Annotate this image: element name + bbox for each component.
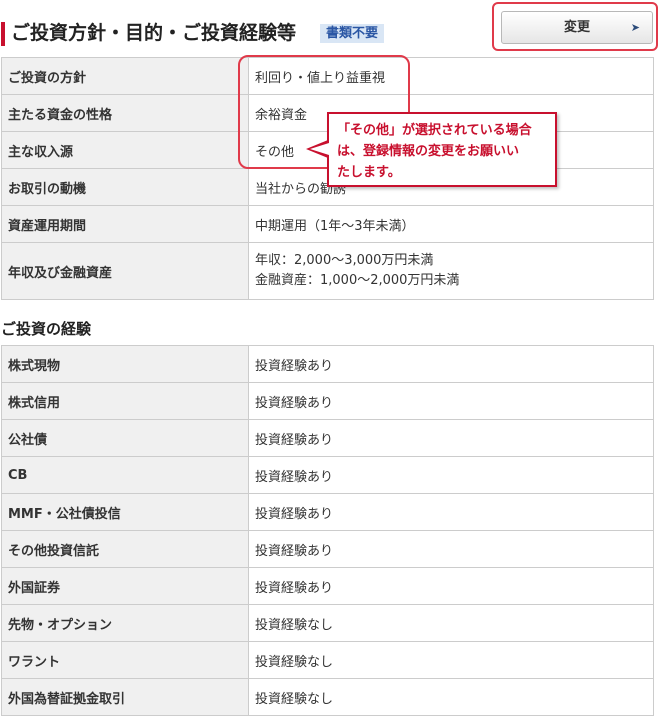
row-label: 主な収入源: [1, 131, 249, 169]
change-button[interactable]: 変更 ➤: [501, 11, 653, 44]
table-row: 株式信用 投資経験あり: [1, 382, 654, 420]
no-documents-badge: 書類不要: [320, 24, 385, 43]
page-title: ご投資方針・目的・ご投資経験等: [11, 22, 297, 44]
row-value: 投資経験なし: [248, 641, 654, 679]
annual-income-value: 年収：2,000～3,000万円未満: [255, 253, 434, 268]
row-value: 投資経験あり: [248, 567, 654, 605]
row-label: ワラント: [1, 641, 249, 679]
row-label: 株式現物: [1, 345, 249, 383]
financial-assets-value: 金融資産：1,000～2,000万円未満: [255, 273, 460, 288]
row-label: 外国為替証拠金取引: [1, 678, 249, 716]
experience-section-title: ご投資の経験: [1, 320, 92, 338]
table-row: 株式現物 投資経験あり: [1, 345, 654, 383]
row-value: 投資経験あり: [248, 382, 654, 420]
table-row: 資産運用期間 中期運用（1年～3年未満）: [1, 205, 654, 243]
callout-line: 「その他」が選択されている場合: [337, 123, 532, 138]
row-value: 投資経験あり: [248, 456, 654, 494]
row-label: 先物・オプション: [1, 604, 249, 642]
table-row: MMF・公社債投信 投資経験あり: [1, 493, 654, 531]
arrow-right-icon: ➤: [630, 21, 640, 34]
row-value: 中期運用（1年～3年未満）: [248, 205, 654, 243]
table-row: 年収及び金融資産 年収：2,000～3,000万円未満 金融資産：1,000～2…: [1, 242, 654, 300]
table-row: ワラント 投資経験なし: [1, 641, 654, 679]
table-row: 外国証券 投資経験あり: [1, 567, 654, 605]
row-value: 投資経験あり: [248, 530, 654, 568]
row-label: 公社債: [1, 419, 249, 457]
row-label: 外国証券: [1, 567, 249, 605]
callout-note: 「その他」が選択されている場合 は、登録情報の変更をお願いい たします。: [327, 112, 557, 187]
callout-line: たします。: [337, 165, 401, 180]
row-label: 年収及び金融資産: [1, 242, 249, 300]
row-value: 投資経験あり: [248, 493, 654, 531]
table-row: 公社債 投資経験あり: [1, 419, 654, 457]
row-value: 投資経験なし: [248, 678, 654, 716]
table-row: 外国為替証拠金取引 投資経験なし: [1, 678, 654, 716]
row-label: 主たる資金の性格: [1, 94, 249, 132]
row-value: 年収：2,000～3,000万円未満 金融資産：1,000～2,000万円未満: [248, 242, 654, 300]
row-label: お取引の動機: [1, 168, 249, 206]
investment-experience-table: 株式現物 投資経験あり 株式信用 投資経験あり 公社債 投資経験あり CB 投資…: [1, 345, 654, 716]
change-button-label: 変更: [563, 20, 590, 35]
row-label: ご投資の方針: [1, 57, 249, 95]
row-label: 資産運用期間: [1, 205, 249, 243]
table-row: CB 投資経験あり: [1, 456, 654, 494]
row-label: 株式信用: [1, 382, 249, 420]
callout-line: は、登録情報の変更をお願いい: [337, 144, 520, 159]
section-accent-bar: [1, 22, 5, 46]
row-value: 投資経験なし: [248, 604, 654, 642]
row-label: その他投資信託: [1, 530, 249, 568]
row-value: 投資経験あり: [248, 419, 654, 457]
table-row: 先物・オプション 投資経験なし: [1, 604, 654, 642]
table-row: その他投資信託 投資経験あり: [1, 530, 654, 568]
row-label: MMF・公社債投信: [1, 493, 249, 531]
callout-pointer-inner: [310, 143, 329, 155]
row-value: 投資経験あり: [248, 345, 654, 383]
row-label: CB: [1, 456, 249, 494]
